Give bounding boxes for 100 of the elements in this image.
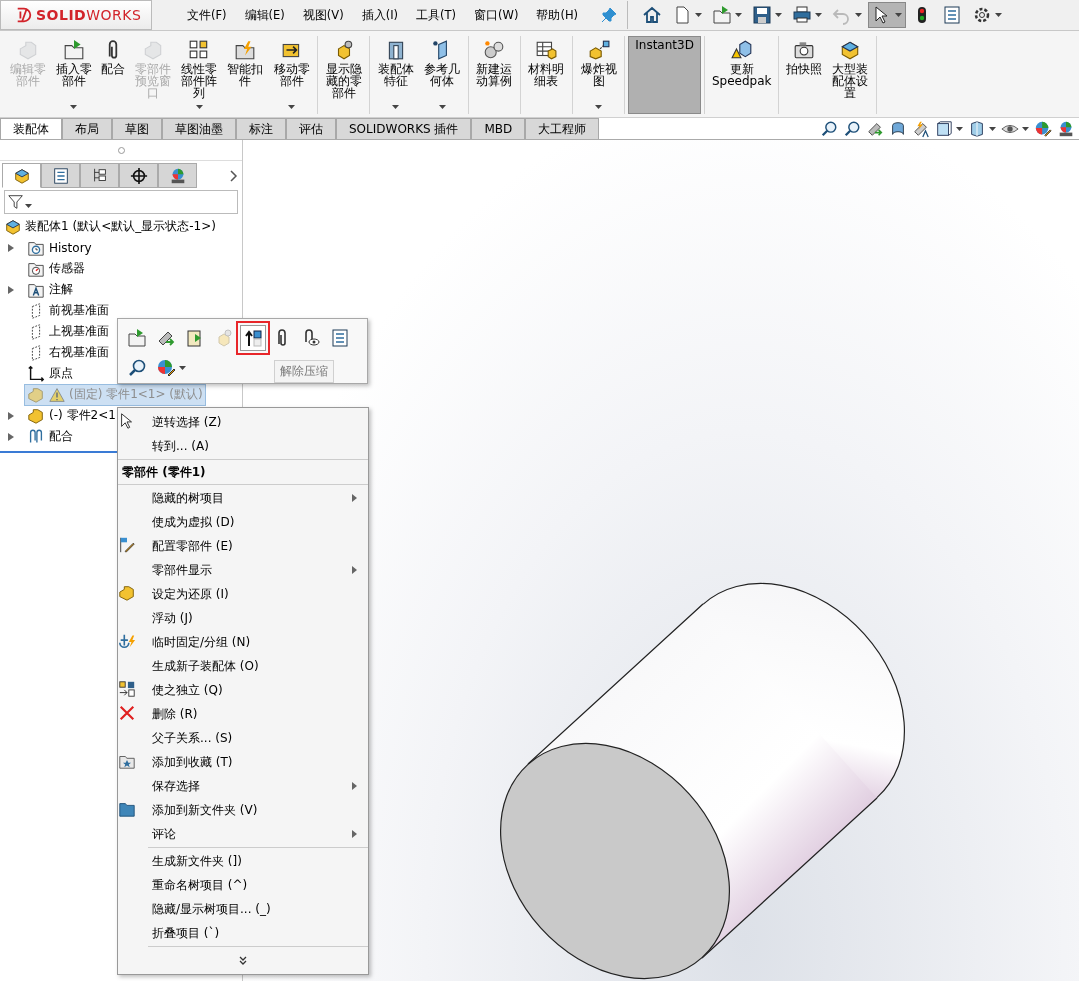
menu-item[interactable]: 添加到新文件夹 (V) — [118, 798, 368, 822]
toolbar-button[interactable] — [868, 2, 907, 28]
flag-pencil-icon — [118, 535, 136, 554]
expand-arrow-icon[interactable] — [8, 285, 14, 294]
ribbon-button[interactable]: 移动零部件 — [268, 36, 315, 114]
menu-item[interactable]: 视图(V) — [293, 4, 353, 26]
grip-handle-icon[interactable] — [117, 146, 125, 154]
expand-arrow-icon[interactable] — [8, 243, 14, 252]
ribbon-button[interactable]: 显示隐藏的零部件 — [321, 36, 367, 114]
ribbon-button[interactable]: 配合 — [97, 36, 130, 114]
ribbon-button[interactable]: 拍快照 — [782, 36, 827, 114]
ribbon-button[interactable]: 材料明细表 — [523, 36, 570, 114]
folder-arrow-icon — [127, 328, 147, 348]
menu-item[interactable]: 插入(I) — [352, 4, 408, 26]
menu-item[interactable]: 配置零部件 (E) — [118, 534, 368, 558]
command-tab[interactable]: 评估 — [286, 118, 336, 139]
menu-item[interactable]: 零部件显示 — [118, 558, 368, 582]
command-tab[interactable]: SOLIDWORKS 插件 — [336, 118, 472, 139]
command-tab[interactable]: 草图 — [112, 118, 162, 139]
menu-item[interactable]: 生成新文件夹 (]) — [118, 849, 368, 873]
menu-item[interactable]: 使之独立 (Q) — [118, 678, 368, 702]
filter-field[interactable] — [4, 190, 238, 214]
tree-item[interactable]: 装配体1 (默认<默认_显示状态-1>) — [25, 218, 216, 235]
menu-item[interactable]: 父子关系... (S) — [118, 726, 368, 750]
command-tab[interactable]: 布局 — [62, 118, 112, 139]
submenu-arrow-icon — [352, 782, 357, 790]
tree-item[interactable]: 前视基准面 — [24, 299, 112, 322]
panel-tab[interactable] — [119, 163, 158, 188]
ribbon-button[interactable]: 大型装配体设置 — [827, 36, 873, 114]
command-tab[interactable]: 装配体 — [0, 118, 62, 139]
menu-item[interactable]: 评论 — [118, 822, 368, 846]
caret-icon — [956, 126, 963, 131]
expand-arrow-icon[interactable] — [8, 411, 14, 420]
tree-item[interactable]: (-) 零件2<1 — [24, 404, 119, 427]
menu-item[interactable]: 生成新子装配体 (O) — [118, 654, 368, 678]
camera-icon — [793, 39, 816, 61]
zoom-icon — [820, 119, 838, 138]
menu-item[interactable]: 折叠项目 (`) — [118, 921, 368, 945]
menu-item[interactable]: 文件(F) — [178, 4, 236, 26]
menu-item[interactable]: 隐藏/显示树项目... (_) — [118, 897, 368, 921]
command-tab[interactable]: 大工程师 — [525, 118, 600, 139]
submenu-arrow-icon — [352, 494, 357, 502]
ribbon-button[interactable]: 参考几何体 — [419, 36, 465, 114]
panel-tab[interactable] — [41, 163, 80, 188]
menu-item[interactable]: 设定为还原 (I) — [118, 582, 368, 606]
submenu-arrow-icon — [352, 566, 357, 574]
panel-tab[interactable] — [2, 163, 41, 188]
ribbon-button[interactable]: 线性零部件阵列 — [176, 36, 222, 114]
exploded-cubes-icon — [587, 39, 610, 61]
caret-icon — [815, 13, 823, 17]
table-icon — [535, 39, 558, 61]
tree-item[interactable]: 右视基准面 — [24, 341, 112, 364]
menu-item[interactable]: 使成为虚拟 (D) — [118, 510, 368, 534]
menu-item[interactable]: 帮助(H) — [527, 4, 588, 26]
caret-icon — [735, 13, 743, 17]
brand-logo-icon — [15, 6, 33, 24]
menu-item[interactable]: 工具(T) — [407, 4, 466, 26]
expand-more-icon[interactable] — [239, 955, 247, 965]
caret-icon — [595, 105, 603, 109]
ribbon-button[interactable]: Instant3D — [628, 36, 701, 114]
part-icon — [118, 583, 136, 602]
tree-item[interactable]: 配合 — [24, 425, 76, 448]
caret-icon — [695, 13, 703, 17]
menu-item[interactable]: 编辑(E) — [235, 4, 294, 26]
list-icon — [51, 166, 70, 185]
menu-item[interactable]: 保存选择 — [118, 774, 368, 798]
tree-item[interactable]: 传感器 — [24, 257, 88, 280]
menu-item[interactable]: 逆转选择 (Z) — [118, 410, 368, 434]
panel-tab[interactable] — [158, 163, 197, 188]
menu-item[interactable]: 隐藏的树项目 — [118, 486, 368, 510]
chevron-right-icon[interactable] — [230, 169, 238, 182]
tree-item[interactable]: 上视基准面 — [24, 320, 112, 343]
menu-item[interactable]: 临时固定/分组 (N) — [118, 630, 368, 654]
tree-item[interactable]: 注解 — [24, 278, 76, 301]
tree-item[interactable]: History — [24, 236, 95, 259]
menu-header: 零部件 (零件1) — [121, 463, 207, 481]
command-tab[interactable]: 标注 — [236, 118, 286, 139]
command-tab[interactable]: 草图油墨 — [162, 118, 236, 139]
menu-item[interactable]: 删除 (R) — [118, 702, 368, 726]
ribbon-button[interactable]: 插入零部件 — [51, 36, 97, 114]
printer-icon — [792, 5, 813, 25]
panel-tab[interactable] — [80, 163, 119, 188]
ribbon-button[interactable]: 装配体特征 — [373, 36, 419, 114]
ribbon-button[interactable]: 智能扣件 — [222, 36, 268, 114]
menu-item[interactable]: 窗口(W) — [465, 4, 528, 26]
menu-item[interactable]: 浮动 (J) — [118, 606, 368, 630]
tree-item[interactable]: 原点 — [24, 362, 76, 385]
list-icon — [330, 328, 350, 348]
ribbon-button[interactable]: 新建运动算例 — [471, 36, 517, 114]
caret-icon — [855, 13, 863, 17]
menu-item[interactable]: 添加到收藏 (T) — [118, 750, 368, 774]
submenu-arrow-icon — [352, 830, 357, 838]
menu-item[interactable]: 重命名树项目 (^) — [118, 873, 368, 897]
command-tab[interactable]: MBD — [471, 118, 526, 139]
ribbon-button[interactable]: 爆炸视图 — [576, 36, 622, 114]
pin-icon[interactable] — [601, 7, 618, 23]
expand-arrow-icon[interactable] — [8, 432, 14, 441]
caret-icon — [25, 204, 32, 208]
menu-item[interactable]: 转到... (A) — [118, 434, 368, 458]
ribbon-button[interactable]: 更新Speedpak — [707, 36, 776, 114]
